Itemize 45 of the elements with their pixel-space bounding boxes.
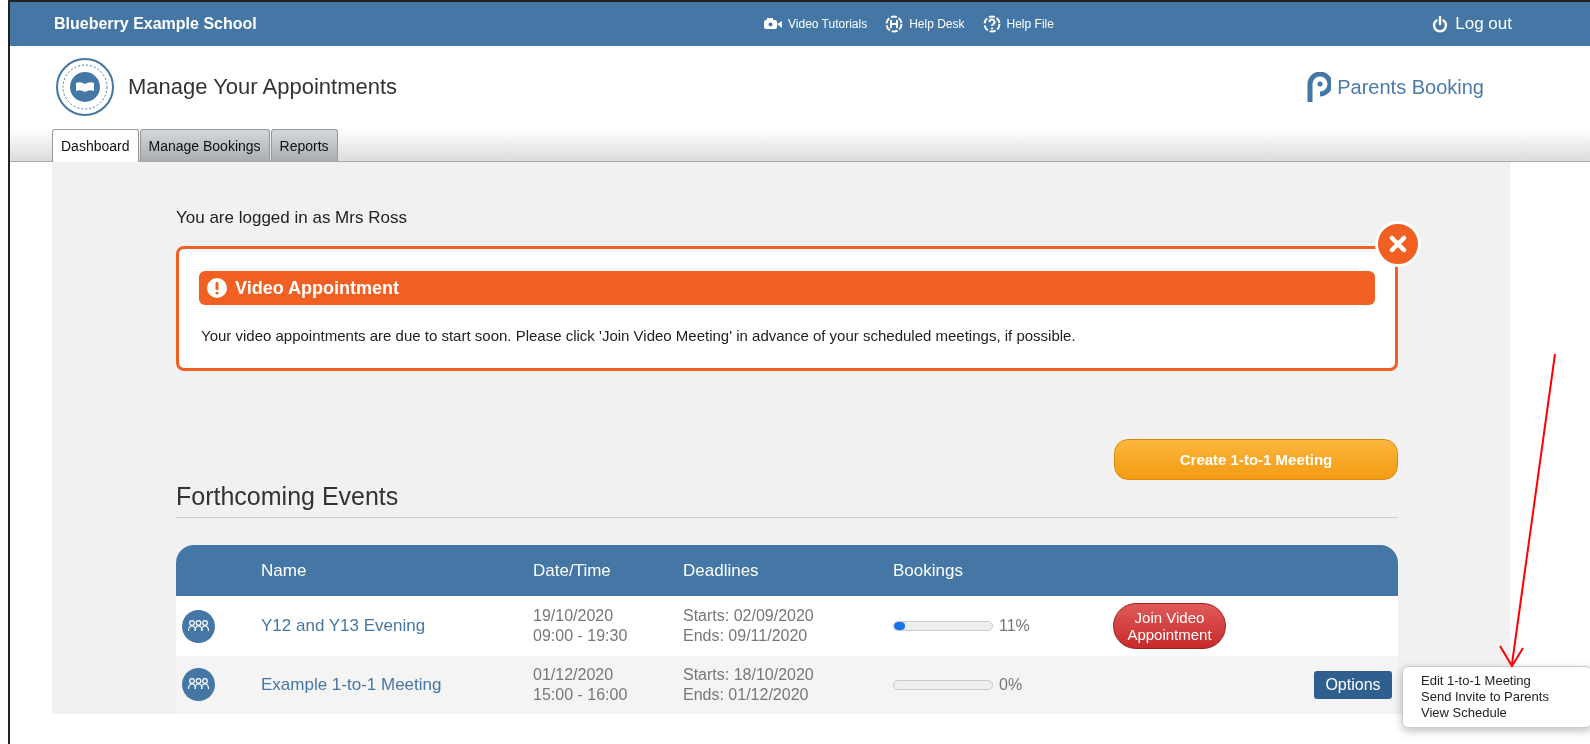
- nav-link[interactable]: Video Tutorials: [764, 15, 868, 33]
- menu-item[interactable]: Send Invite to Parents: [1421, 689, 1590, 705]
- school-logo: [56, 58, 114, 116]
- tab[interactable]: Dashboard: [52, 129, 139, 162]
- booking-percent: 11%: [999, 617, 1030, 635]
- tab[interactable]: Manage Bookings: [139, 129, 270, 161]
- end-deadline: Ends: 01/12/2020: [683, 684, 810, 705]
- join-video-button[interactable]: Join Video Appointment: [1113, 603, 1226, 649]
- column-header: Date/Time: [533, 560, 612, 581]
- start-deadline: Starts: 02/09/2020: [683, 606, 815, 626]
- brand-logo-icon: [1307, 72, 1332, 102]
- options-button[interactable]: Options: [1314, 670, 1392, 699]
- end-deadline: Ends: 09/11/2020: [683, 626, 809, 646]
- event-time: 15:00 - 16:00: [533, 684, 629, 705]
- column-header: Bookings: [893, 560, 964, 581]
- event-date: 19/10/2020: [533, 606, 615, 626]
- menu-item[interactable]: View Schedule: [1421, 705, 1590, 721]
- power-icon: [1432, 15, 1449, 33]
- helpdesk-icon: [885, 15, 904, 33]
- event-date: 01/12/2020: [533, 664, 615, 685]
- group-icon: [182, 668, 215, 701]
- alert-message: Your video appointments are due to start soon. Please click 'Join Video Meeting' in advance of your scheduled meetings, if possible.: [201, 327, 1077, 344]
- exclamation-icon: [207, 278, 227, 298]
- logout-link[interactable]: Log out: [1432, 14, 1512, 34]
- nav-link[interactable]: Help File: [982, 15, 1054, 33]
- event-name-link[interactable]: Y12 and Y13 Evening: [261, 616, 533, 636]
- nav-link[interactable]: Help Desk: [885, 15, 965, 33]
- group-icon: [182, 609, 215, 643]
- event-time: 09:00 - 19:30: [533, 626, 629, 646]
- event-name-link[interactable]: Example 1-to-1 Meeting: [261, 674, 533, 695]
- school-name: Blueberry Example School: [54, 15, 258, 33]
- tab[interactable]: Reports: [270, 129, 338, 161]
- video-camera-icon: [764, 18, 782, 30]
- help-icon: [982, 15, 1001, 33]
- page-title: Manage Your Appointments: [128, 74, 399, 100]
- start-deadline: Starts: 18/10/2020: [683, 664, 815, 685]
- section-heading: Forthcoming Events: [176, 482, 1398, 518]
- booking-percent: 0%: [999, 675, 1023, 694]
- brand-name: Parents Booking: [1337, 75, 1484, 99]
- column-header: Deadlines: [683, 560, 760, 581]
- alert-title: Video Appointment: [235, 277, 399, 299]
- menu-item[interactable]: Edit 1-to-1 Meeting: [1421, 673, 1590, 689]
- login-status: You are logged in as Mrs Ross: [176, 208, 408, 228]
- column-header: Name: [261, 560, 308, 581]
- close-icon: [1389, 235, 1407, 253]
